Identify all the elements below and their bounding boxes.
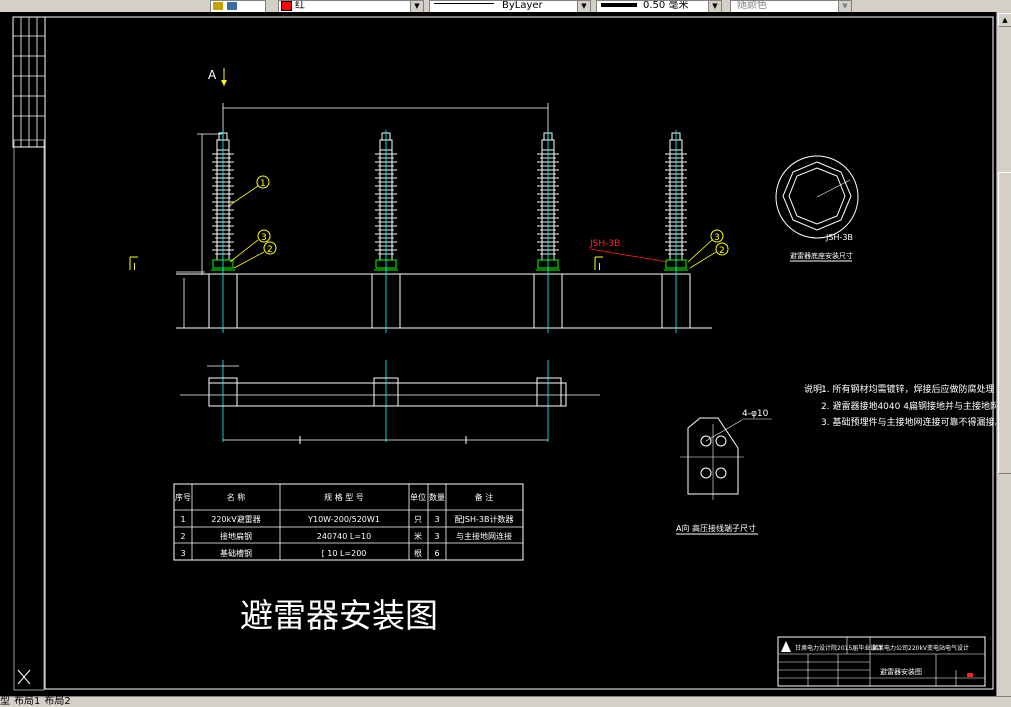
layout-tabs: 型布局1 布局2 <box>0 696 1011 707</box>
table-header-cell: 数量 <box>429 492 445 502</box>
drawing-svg: A I I 1 3 2 3 2 JSH-3B JSH-3B 避雷器底座安装尺寸 … <box>12 16 996 691</box>
table-header-cell: 规 格 型 号 <box>324 492 364 502</box>
counter-base-detail: JSH-3B 避雷器底座安装尺寸 <box>775 155 859 262</box>
svg-text:4-φ10: 4-φ10 <box>742 409 769 419</box>
table-cell: 2 <box>180 532 185 541</box>
surge-arrester <box>533 130 563 333</box>
svg-text:甘肃电力设计院2015届毕业设计: 甘肃电力设计院2015届毕业设计 <box>795 644 882 652</box>
ucs-icon <box>17 669 31 685</box>
chevron-down-icon[interactable]: ▼ <box>708 1 721 12</box>
surge-arrester <box>371 130 401 333</box>
svg-text:避雷器安装图: 避雷器安装图 <box>880 667 922 676</box>
table-header-cell: 序号 <box>175 492 191 502</box>
table-cell: 6 <box>434 549 439 558</box>
notes-block: 说明： 1. 所有钢材均需镀锌，焊接后应做防腐处理（镀锌或刷漆）。 2. 避雷器… <box>804 383 996 428</box>
top-dimension-line <box>222 103 549 140</box>
section-marker-right: I <box>594 256 603 273</box>
chevron-down-icon: ▼ <box>838 1 851 12</box>
svg-text:I: I <box>598 262 601 273</box>
table-header-cell: 备 注 <box>475 492 494 502</box>
svg-text:某某电力公司220kV变电站电气设计: 某某电力公司220kV变电站电气设计 <box>872 644 969 652</box>
svg-text:3. 基础预埋件与主接地网连接可靠不得漏接。: 3. 基础预埋件与主接地网连接可靠不得漏接。 <box>821 416 996 428</box>
plotstyle-select-value: 随颜色 <box>737 0 767 11</box>
table-cell: 与主接地网连接 <box>456 531 512 541</box>
drawing-title: 避雷器安装图 <box>240 596 438 635</box>
vertical-scrollbar[interactable]: ▲ <box>996 12 1011 696</box>
table-cell: 米 <box>414 531 422 541</box>
svg-text:避雷器底座安装尺寸: 避雷器底座安装尺寸 <box>790 251 853 260</box>
lineweight-preview-icon <box>601 2 637 7</box>
drawing-frame <box>44 16 994 690</box>
callout-3-right: 3 <box>687 229 724 263</box>
svg-text:1: 1 <box>260 179 266 189</box>
view-a-marker: A <box>208 68 227 86</box>
table-cell: 只 <box>414 515 422 524</box>
height-dimension-line <box>176 133 222 328</box>
layers-icon <box>227 2 237 10</box>
svg-text:1. 所有钢材均需镀锌，焊接后应做防腐处理（镀锌或刷漆）。: 1. 所有钢材均需镀锌，焊接后应做防腐处理（镀锌或刷漆）。 <box>821 383 996 395</box>
callout-1: 1 <box>229 175 270 206</box>
svg-text:I: I <box>133 262 136 273</box>
drawing-canvas[interactable]: A I I 1 3 2 3 2 JSH-3B JSH-3B 避雷器底座安装尺寸 … <box>0 12 996 696</box>
table-cell: Y10W-200/520W1 <box>307 515 380 524</box>
table-cell: [ 10 L=200 <box>322 549 367 558</box>
surge-arrester <box>661 130 691 333</box>
scroll-thumb[interactable] <box>998 172 1011 474</box>
view-a-detail: 4-φ10 A向 高压接线端子尺寸 <box>676 409 772 535</box>
table-cell: 3 <box>434 532 439 541</box>
svg-text:2: 2 <box>719 246 725 256</box>
table-cell: 3 <box>180 549 185 558</box>
left-border-strip <box>13 139 45 691</box>
section-marker-left: I <box>129 256 138 273</box>
counter-label: JSH-3B <box>589 239 669 263</box>
color-swatch-icon <box>281 1 292 11</box>
table-cell: 1 <box>180 515 185 524</box>
counter-label-text: JSH-3B <box>589 239 620 249</box>
table-header-cell: 名 称 <box>227 492 246 502</box>
color-select-value: 红 <box>295 0 305 11</box>
chevron-down-icon[interactable]: ▼ <box>577 1 590 12</box>
tab-model[interactable]: 型 <box>0 696 10 707</box>
svg-text:A: A <box>208 68 217 82</box>
svg-text:3: 3 <box>714 233 720 243</box>
arrester-group <box>208 130 691 333</box>
line-preview-icon <box>434 3 494 4</box>
title-block: 甘肃电力设计院2015届毕业设计 某某电力公司220kV变电站电气设计 避雷器安… <box>777 636 986 687</box>
surge-arrester <box>208 130 238 333</box>
parts-table: 序号 名 称 规 格 型 号 单位 数量 备 注 1 220kV避雷器 Y10W-200/520… <box>173 483 524 561</box>
svg-text:A向 高压接线端子尺寸: A向 高压接线端子尺寸 <box>676 523 756 533</box>
svg-text:3: 3 <box>261 233 267 243</box>
table-cell: 配JSH-3B计数器 <box>455 514 514 524</box>
lineweight-select-value: 0.50 毫米 <box>643 0 689 11</box>
linetype-select-value: ByLayer <box>502 0 543 11</box>
callout-2-right: 2 <box>689 242 729 269</box>
table-cell: 3 <box>434 515 439 524</box>
svg-text:2. 避雷器接地4040 4扁钢接地并与主接地网可靠连接: 2. 避雷器接地4040 4扁钢接地并与主接地网可靠连接。 <box>821 400 996 412</box>
table-cell: 240740 L=10 <box>317 532 371 541</box>
svg-text:JSH-3B: JSH-3B <box>825 233 853 242</box>
table-header-cell: 单位 <box>410 492 426 502</box>
callout-2-left: 2 <box>233 241 277 269</box>
tab-layout2[interactable]: 布局2 <box>44 696 70 707</box>
scroll-up-arrow-icon[interactable]: ▲ <box>998 13 1011 27</box>
tab-layout1[interactable]: 布局1 <box>14 696 40 707</box>
table-cell: 根 <box>414 548 422 558</box>
table-cell: 基础槽钢 <box>220 548 252 558</box>
layer-icon <box>213 2 223 10</box>
chevron-down-icon[interactable]: ▼ <box>410 1 423 12</box>
table-cell: 220kV避雷器 <box>211 514 260 524</box>
plan-view <box>180 360 600 444</box>
table-cell: 接地扁钢 <box>220 531 252 541</box>
svg-text:2: 2 <box>267 245 273 255</box>
side-revision-grid <box>13 17 45 147</box>
